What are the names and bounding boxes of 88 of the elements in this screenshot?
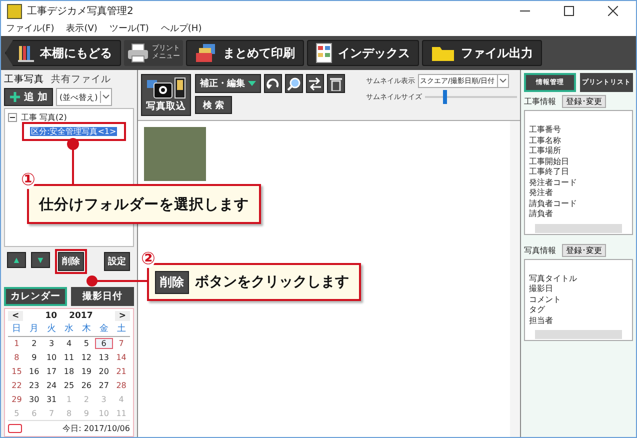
calendar-day[interactable]: 7 bbox=[112, 338, 130, 349]
file-export-button[interactable]: ファイル出力 bbox=[422, 40, 542, 66]
calendar-day[interactable]: 17 bbox=[42, 366, 60, 377]
info-field-label: 工事名称 bbox=[529, 136, 562, 146]
menu-item[interactable]: 表示(V) bbox=[66, 22, 98, 35]
calendar-day[interactable]: 6 bbox=[95, 338, 113, 349]
calendar-day[interactable]: 30 bbox=[25, 394, 43, 405]
calendar-day[interactable]: 4 bbox=[60, 338, 78, 349]
calendar-day[interactable]: 26 bbox=[78, 380, 96, 391]
calendar-month: 10 bbox=[45, 311, 58, 321]
register-button[interactable]: 登録･変更 bbox=[562, 244, 606, 256]
calendar-day[interactable]: 23 bbox=[25, 380, 43, 391]
tree-item[interactable]: 工事 写真(2) bbox=[20, 112, 68, 123]
search-button[interactable]: 検 索 bbox=[195, 96, 232, 114]
calendar-day[interactable]: 15 bbox=[8, 366, 26, 377]
batch-print-button[interactable]: まとめて印刷 bbox=[186, 40, 304, 66]
calendar-day[interactable]: 13 bbox=[95, 352, 113, 363]
delete-button-sample: 削除 bbox=[155, 270, 189, 294]
section-title: 写真情報 bbox=[524, 244, 556, 256]
calendar-day[interactable]: 10 bbox=[42, 352, 60, 363]
calendar-day[interactable]: 5 bbox=[78, 338, 96, 349]
calendar-day[interactable]: 20 bbox=[95, 366, 113, 377]
weekday-label: 土 bbox=[116, 322, 127, 335]
info-field-label: 工事終了日 bbox=[529, 167, 570, 178]
weekday-label: 日 bbox=[11, 323, 22, 335]
weekday-label: 金 bbox=[98, 322, 110, 335]
window-title: 工事デジカメ写真管理2 bbox=[27, 4, 134, 18]
callout-text: ボタンをクリックします bbox=[195, 273, 349, 291]
previous-month-button[interactable]: < bbox=[8, 311, 24, 321]
calendar-day[interactable]: 29 bbox=[8, 394, 26, 405]
callout-text: 仕分けフォルダーを選択します bbox=[39, 196, 249, 214]
section-title: 工事情報 bbox=[524, 96, 556, 107]
calendar-day[interactable]: 31 bbox=[42, 394, 60, 405]
info-field-label: 請負者 bbox=[529, 209, 554, 220]
calendar-day[interactable]: 8 bbox=[8, 352, 26, 363]
calendar-day[interactable]: 14 bbox=[112, 352, 130, 363]
move-button[interactable]: ▲ bbox=[7, 252, 26, 268]
next-month-button[interactable]: > bbox=[114, 311, 130, 321]
panel-tab[interactable]: 共有ファイル bbox=[51, 73, 111, 86]
menu-item[interactable]: ツール(T) bbox=[109, 22, 149, 35]
info-field-label: 発注者 bbox=[529, 188, 554, 198]
info-field-label: タグ bbox=[529, 305, 546, 316]
info-field-label: 工事開始日 bbox=[529, 156, 570, 167]
today-date[interactable]: 今日: 2017/10/06 bbox=[62, 423, 130, 434]
photo-import-button[interactable]: 写真取込 bbox=[141, 74, 191, 116]
calendar-day[interactable]: 12 bbox=[78, 352, 96, 363]
delete-button[interactable]: 削除 bbox=[58, 252, 84, 271]
info-field-label: 工事場所 bbox=[529, 146, 562, 156]
weekday-label: 水 bbox=[63, 322, 74, 335]
calendar-day[interactable]: 18 bbox=[60, 366, 78, 377]
calendar-year: 2017 bbox=[69, 311, 93, 321]
back-to-shelf-button[interactable]: 本棚にもどる bbox=[5, 40, 121, 66]
index-button[interactable]: インデックス bbox=[307, 40, 419, 66]
view-tab[interactable]: 撮影日付 bbox=[71, 287, 134, 306]
calendar-day[interactable]: 21 bbox=[112, 366, 130, 377]
register-button[interactable]: 登録･変更 bbox=[562, 95, 606, 108]
panel-tab[interactable]: 工事写真 bbox=[4, 73, 44, 86]
calendar-day[interactable]: 22 bbox=[8, 380, 26, 391]
calendar-day[interactable]: 25 bbox=[60, 380, 78, 391]
sort-dropdown[interactable]: (並べ替え) bbox=[56, 88, 112, 106]
calendar-day[interactable]: 9 bbox=[25, 352, 43, 363]
calendar-day[interactable]: 16 bbox=[25, 366, 43, 377]
calendar-day[interactable]: 11 bbox=[60, 352, 78, 363]
calendar-day[interactable]: 28 bbox=[112, 380, 130, 391]
weekday-label: 木 bbox=[80, 322, 92, 335]
calendar-day[interactable]: 2 bbox=[25, 338, 43, 349]
move-button[interactable]: ▼ bbox=[31, 252, 50, 268]
tree-item[interactable]: 区分:安全管理写真<1> bbox=[30, 127, 118, 136]
weekday-label: 月 bbox=[28, 323, 40, 335]
calendar-day[interactable]: 27 bbox=[95, 380, 113, 391]
calendar-day[interactable]: 3 bbox=[42, 338, 60, 349]
view-tab[interactable]: カレンダー bbox=[4, 287, 67, 306]
menu-item[interactable]: ヘルプ(H) bbox=[160, 22, 202, 35]
info-field-label: 請負者コード bbox=[529, 198, 578, 209]
info-field-label: コメント bbox=[529, 294, 562, 305]
info-field-label: 写真タイトル bbox=[529, 274, 578, 284]
info-field-label: 撮影日 bbox=[529, 284, 554, 294]
info-field-label: 発注者コード bbox=[529, 178, 578, 188]
settings-button[interactable]: 設定 bbox=[104, 252, 130, 271]
calendar-day[interactable]: 19 bbox=[78, 366, 96, 377]
info-field-label: 工事番号 bbox=[529, 125, 562, 136]
edit-menu-button[interactable]: 補正・編集 bbox=[195, 74, 261, 93]
info-field-label: 担当者 bbox=[529, 316, 554, 326]
menu-item[interactable]: ファイル(F) bbox=[6, 22, 54, 35]
calendar-day[interactable]: 1 bbox=[8, 338, 26, 349]
weekday-label: 火 bbox=[46, 322, 58, 335]
calendar-day[interactable]: 24 bbox=[42, 380, 60, 391]
add-button[interactable]: 追 加 bbox=[4, 88, 54, 106]
